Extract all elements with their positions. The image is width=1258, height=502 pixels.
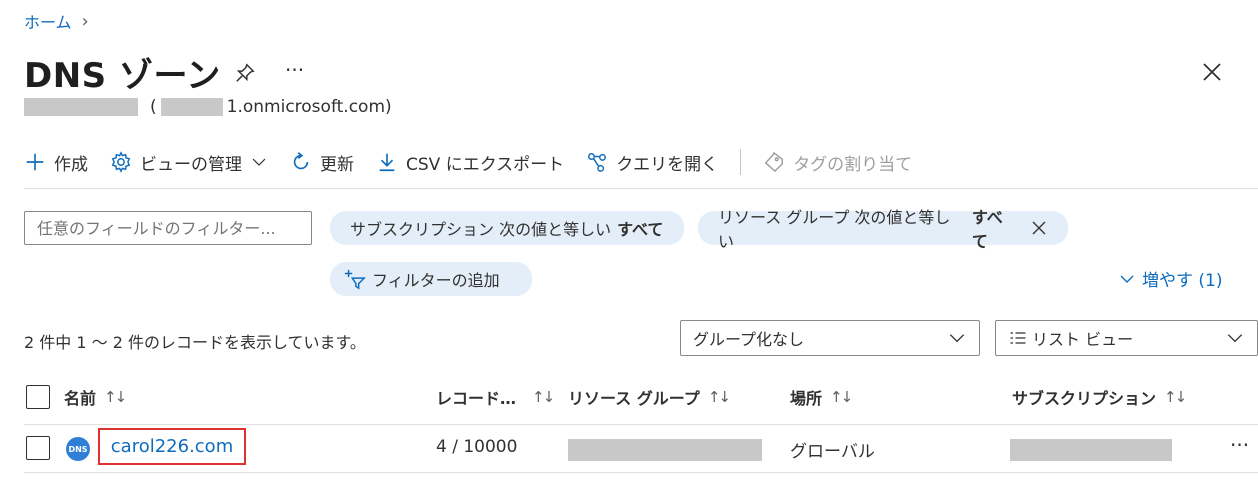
gear-icon	[111, 151, 131, 173]
column-header-name[interactable]: 名前 ↑↓	[64, 385, 127, 409]
redacted-tenant-name	[24, 98, 138, 116]
view-select[interactable]: リスト ビュー	[995, 320, 1258, 356]
column-resource-group-label: リソース グループ	[568, 389, 700, 408]
redacted-tenant-prefix	[160, 98, 223, 116]
subtitle-domain: 1.onmicrosoft.com)	[226, 97, 392, 117]
close-icon[interactable]	[1200, 60, 1224, 84]
chevron-down-icon	[1227, 334, 1243, 343]
create-button[interactable]: 作成	[24, 150, 88, 175]
record-count-text: 2 件中 1 ～ 2 件のレコードを表示しています。	[24, 333, 366, 352]
subtitle-paren: (	[150, 97, 157, 117]
chevron-down-icon	[252, 158, 266, 166]
sort-icon[interactable]: ↑↓	[532, 388, 555, 406]
breadcrumb: ホーム ›	[24, 9, 89, 33]
assign-tags-label: タグの割り当て	[793, 154, 913, 175]
refresh-button[interactable]: 更新	[290, 150, 354, 175]
manage-view-button[interactable]: ビューの管理	[110, 150, 268, 175]
assign-tags-button[interactable]: タグの割り当て	[763, 150, 912, 175]
filter-subscription-value: すべて	[617, 220, 664, 239]
redacted-resource-group	[568, 439, 762, 461]
add-filter-label: フィルターの追加	[372, 271, 500, 290]
row-more-options-icon[interactable]: ···	[1230, 433, 1249, 457]
toolbar-separator	[740, 149, 742, 175]
grouping-select-value: グループ化なし	[693, 330, 805, 349]
redacted-subscription	[1010, 439, 1172, 461]
row-checkbox[interactable]	[26, 436, 50, 460]
export-csv-label: CSV にエクスポート	[406, 154, 565, 175]
open-query-button[interactable]: クエリを開く	[586, 150, 718, 175]
filter-search-input[interactable]	[24, 211, 312, 245]
expand-filters-label: 増やす (1)	[1142, 271, 1223, 291]
grouping-select[interactable]: グループ化なし	[680, 320, 980, 356]
refresh-label: 更新	[320, 154, 354, 175]
list-icon	[1010, 332, 1026, 344]
query-icon	[588, 153, 607, 172]
expand-filters-button[interactable]: 増やす (1)	[1118, 266, 1222, 291]
filter-subscription-label: サブスクリプション 次の値と等しい	[350, 220, 612, 239]
chevron-down-icon	[1120, 275, 1134, 283]
header-divider	[24, 424, 1258, 425]
dns-zone-icon: DNS	[66, 437, 90, 461]
column-name-label: 名前	[64, 389, 97, 408]
add-filter-button[interactable]: フィルターの追加	[330, 262, 532, 296]
add-filter-icon	[344, 269, 366, 290]
tag-icon	[764, 151, 784, 173]
filter-pill-resource-group[interactable]: リソース グループ 次の値と等しい すべて	[698, 208, 1068, 251]
column-subscription-label: サブスクリプション	[1012, 389, 1157, 408]
download-icon	[379, 153, 395, 172]
export-csv-button[interactable]: CSV にエクスポート	[376, 150, 564, 175]
sort-icon[interactable]: ↑↓	[830, 388, 853, 406]
view-select-content: リスト ビュー	[1008, 326, 1133, 350]
chevron-down-icon	[949, 334, 965, 343]
column-header-location[interactable]: 場所 ↑↓	[790, 385, 853, 409]
create-label: 作成	[54, 154, 88, 175]
command-bar: 作成 ビューの管理 更新 CSV にエクスポート クエリを開く タグの割り当て	[24, 146, 934, 178]
row-location-value: グローバル	[790, 442, 875, 462]
row-records-value: 4 / 10000	[436, 437, 518, 457]
view-select-value: リスト ビュー	[1032, 330, 1134, 349]
page-subtitle: ( 1.onmicrosoft.com)	[24, 97, 392, 117]
chevron-right-icon: ›	[81, 10, 89, 32]
toolbar-divider	[24, 188, 1258, 189]
dns-zone-name-link[interactable]: carol226.com	[98, 428, 246, 465]
breadcrumb-home-link[interactable]: ホーム	[24, 9, 72, 33]
filter-resource-group-label: リソース グループ 次の値と等しい	[718, 208, 951, 251]
refresh-icon	[293, 152, 309, 170]
pin-icon[interactable]	[234, 62, 256, 84]
column-header-subscription[interactable]: サブスクリプション ↑↓	[1012, 385, 1187, 409]
more-options-icon[interactable]: ···	[285, 58, 304, 82]
manage-view-label: ビューの管理	[140, 154, 242, 175]
select-all-checkbox[interactable]	[26, 385, 50, 409]
sort-icon[interactable]: ↑↓	[104, 388, 127, 406]
column-location-label: 場所	[790, 389, 823, 408]
close-icon[interactable]	[1030, 219, 1048, 237]
sort-icon[interactable]: ↑↓	[708, 388, 731, 406]
column-header-records[interactable]: レコード… ↑↓	[436, 385, 555, 409]
column-header-resource-group[interactable]: リソース グループ ↑↓	[568, 385, 731, 409]
row-divider	[24, 472, 1258, 473]
filter-resource-group-value: すべて	[971, 208, 1003, 251]
plus-icon	[26, 153, 44, 171]
sort-icon[interactable]: ↑↓	[1164, 388, 1187, 406]
filter-pill-subscription[interactable]: サブスクリプション 次の値と等しい すべて	[330, 211, 684, 245]
open-query-label: クエリを開く	[616, 154, 719, 175]
page-title: DNS ゾーン	[24, 56, 221, 96]
column-records-label: レコード…	[436, 389, 517, 408]
